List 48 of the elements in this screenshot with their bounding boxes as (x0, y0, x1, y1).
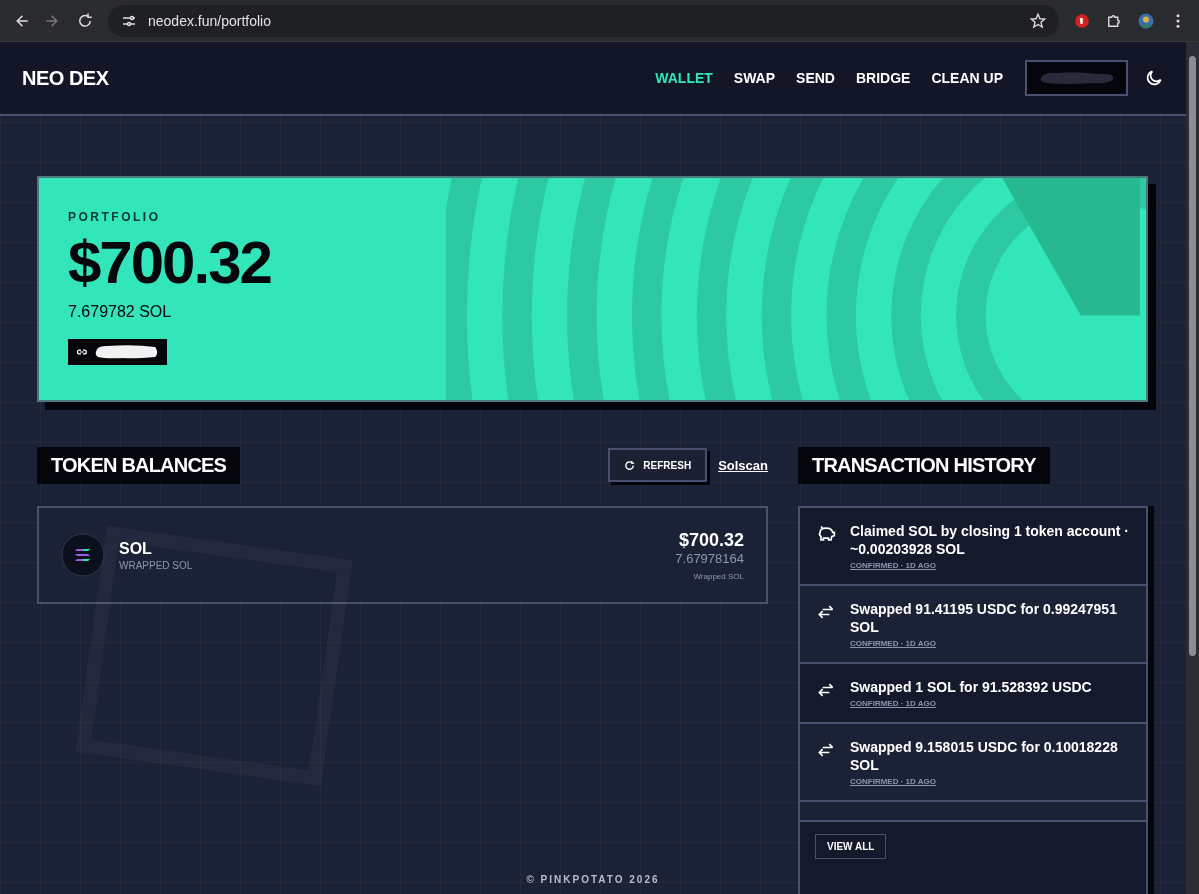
scrollbar-thumb[interactable] (1189, 56, 1196, 656)
view-all-button[interactable]: VIEW ALL (815, 834, 887, 859)
nav-link[interactable]: BRIDGE (856, 70, 911, 86)
refresh-icon (624, 459, 636, 471)
token-symbol: SOL (119, 539, 153, 558)
nav-link[interactable]: SEND (796, 70, 835, 86)
extension-badge-icon[interactable] (1073, 11, 1091, 30)
token-logo-icon (61, 533, 105, 577)
star-icon[interactable] (1029, 11, 1047, 30)
transaction-status[interactable]: CONFIRMED · 1D AGO (850, 639, 1132, 648)
solscan-link[interactable]: Solscan (718, 457, 768, 473)
transaction-text: Claimed SOL by closing 1 token account · ~0.00203928 SOL (850, 522, 1131, 558)
portfolio-value: $700.32 (68, 228, 272, 297)
transaction-row[interactable]: Claimed SOL by closing 1 token account · ~0.00203928 SOL CONFIRMED · 1D AGO (800, 508, 1146, 586)
transaction-status[interactable]: CONFIRMED · 1D AGO (850, 777, 1132, 786)
nav-link[interactable]: WALLET (655, 70, 713, 86)
link-icon (76, 346, 88, 358)
transaction-row[interactable]: Swapped 9.158015 USDC for 0.10018228 SOL CONFIRMED · 1D AGO (800, 724, 1146, 802)
redaction-mark (93, 343, 159, 361)
reload-icon[interactable] (76, 11, 94, 30)
nav-link[interactable]: SWAP (733, 70, 776, 86)
url-text: neodex.fun/portfolio (148, 12, 272, 29)
transaction-text: Swapped 91.41195 USDC for 0.99247951 SOL (850, 600, 1118, 636)
transaction-row[interactable]: Swapped 91.41195 USDC for 0.99247951 SOL CONFIRMED · 1D AGO (800, 586, 1146, 664)
token-name: WRAPPED SOL (119, 559, 194, 571)
token-value: $700.32 (677, 529, 744, 551)
address-chip[interactable] (68, 339, 167, 365)
wallet-button[interactable] (1025, 60, 1128, 96)
transaction-text: Swapped 9.158015 USDC for 0.10018228 SOL (850, 738, 1119, 774)
transaction-text: Swapped 1 SOL for 91.528392 USDC (850, 678, 1092, 696)
token-row[interactable]: SOL WRAPPED SOL $700.32 7.67978164 Wrapped SOL (37, 506, 768, 604)
sol-balance: 7.679782 SOL (68, 303, 173, 321)
refresh-button[interactable]: REFRESH (608, 448, 708, 482)
nav-link[interactable]: CLEAN UP (931, 70, 1003, 86)
moon-icon[interactable] (1144, 68, 1164, 88)
transaction-status[interactable]: CONFIRMED · 1D AGO (850, 561, 1132, 570)
profile-avatar-icon[interactable] (1137, 11, 1155, 30)
address-bar[interactable]: neodex.fun/portfolio (108, 4, 1059, 37)
piggy-bank-icon (816, 524, 836, 544)
section-title: TOKEN BALANCES (37, 446, 241, 484)
logo: NEO DEX (22, 66, 110, 90)
token-note: Wrapped SOL (692, 571, 744, 581)
section-title: TRANSACTION HISTORY (798, 446, 1050, 484)
token-amount: 7.67978164 (675, 550, 744, 566)
transaction-status[interactable]: CONFIRMED · 1D AGO (850, 699, 1092, 708)
copyright-text: © PINKPOTATO 2026 (526, 874, 660, 885)
portfolio-label: PORTFOLIO (68, 210, 162, 224)
transaction-row[interactable]: Swapped 1 SOL for 91.528392 USDC CONFIRMED · 1D AGO (800, 664, 1146, 724)
